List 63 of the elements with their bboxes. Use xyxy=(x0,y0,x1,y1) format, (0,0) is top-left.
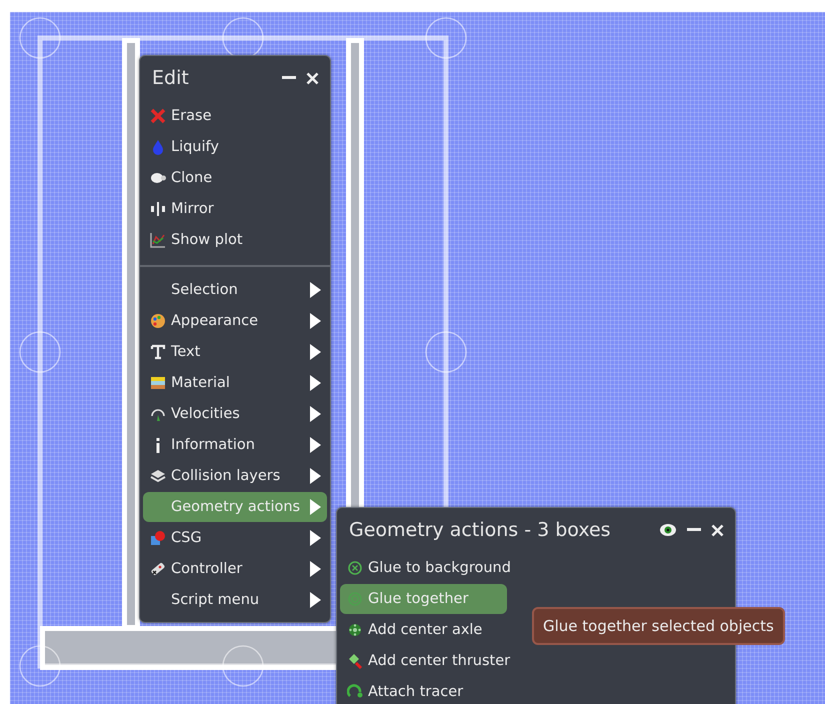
gauge-icon xyxy=(150,406,166,422)
arrow-icon xyxy=(309,344,321,360)
submenu-item[interactable]: Appearance xyxy=(143,306,327,336)
menu-item[interactable]: Add center axle xyxy=(340,615,507,645)
arrow-icon xyxy=(309,406,321,422)
selection-handle[interactable] xyxy=(222,645,264,687)
arrow-icon xyxy=(309,282,321,298)
selection-handle[interactable] xyxy=(425,17,467,59)
minimize-icon xyxy=(687,528,701,532)
plot-icon xyxy=(150,232,166,248)
submenu-item[interactable]: Selection xyxy=(143,275,327,305)
layers-icon xyxy=(150,468,166,484)
selection-handle[interactable] xyxy=(19,17,61,59)
close-button[interactable] xyxy=(711,524,724,536)
menu-item[interactable]: Show plot xyxy=(143,225,327,255)
arrow-icon xyxy=(309,468,321,484)
cross-icon xyxy=(150,108,166,124)
close-button[interactable] xyxy=(306,72,319,84)
window-title: Edit xyxy=(152,67,190,89)
selection-handle[interactable] xyxy=(19,645,61,687)
tracer-icon xyxy=(347,684,363,700)
submenu-item[interactable]: Text xyxy=(143,337,327,367)
material-icon xyxy=(150,375,166,391)
menu-item[interactable]: Mirror xyxy=(143,194,327,224)
menu-item[interactable]: Erase xyxy=(143,101,327,131)
submenu-item[interactable]: Information xyxy=(143,430,327,460)
window-title: Geometry actions - 3 boxes xyxy=(349,519,612,541)
selection-handle[interactable] xyxy=(19,331,61,373)
submenu-item[interactable]: Script menu xyxy=(143,585,327,615)
sheep-icon xyxy=(150,170,166,186)
arrow-icon xyxy=(309,375,321,391)
letter-t-icon xyxy=(150,344,166,360)
close-icon xyxy=(306,72,319,84)
arrow-icon xyxy=(309,499,321,515)
info-icon xyxy=(156,438,160,452)
submenu-item[interactable]: Controller xyxy=(143,554,327,584)
selection-handle[interactable] xyxy=(425,331,467,373)
thruster-icon xyxy=(347,653,363,669)
glue-icon xyxy=(347,560,363,576)
arrow-icon xyxy=(309,437,321,453)
submenu-item[interactable]: Material xyxy=(143,368,327,398)
submenu-item[interactable]: CSG xyxy=(143,523,327,553)
arrow-icon xyxy=(309,561,321,577)
arrow-icon xyxy=(309,313,321,329)
axle-icon xyxy=(347,622,363,638)
minimize-button[interactable] xyxy=(282,76,296,80)
submenu-item[interactable]: Velocities xyxy=(143,399,327,429)
menu-item[interactable]: Attach tracer xyxy=(340,677,507,704)
arrow-icon xyxy=(309,530,321,546)
palette-icon xyxy=(150,313,166,329)
menu-item[interactable]: Liquify xyxy=(143,132,327,162)
submenu-item[interactable]: Collision layers xyxy=(143,461,327,491)
close-icon xyxy=(711,524,724,536)
eye-icon xyxy=(659,523,677,537)
tooltip: Glue together selected objects xyxy=(532,607,785,645)
menu-item[interactable]: Clone xyxy=(143,163,327,193)
minimize-icon xyxy=(282,76,296,80)
shapes-icon xyxy=(150,530,166,546)
droplet-icon xyxy=(150,139,166,155)
visibility-button[interactable] xyxy=(659,523,677,537)
mirror-icon xyxy=(150,201,166,217)
minimize-button[interactable] xyxy=(687,528,701,532)
arrow-icon xyxy=(309,592,321,608)
